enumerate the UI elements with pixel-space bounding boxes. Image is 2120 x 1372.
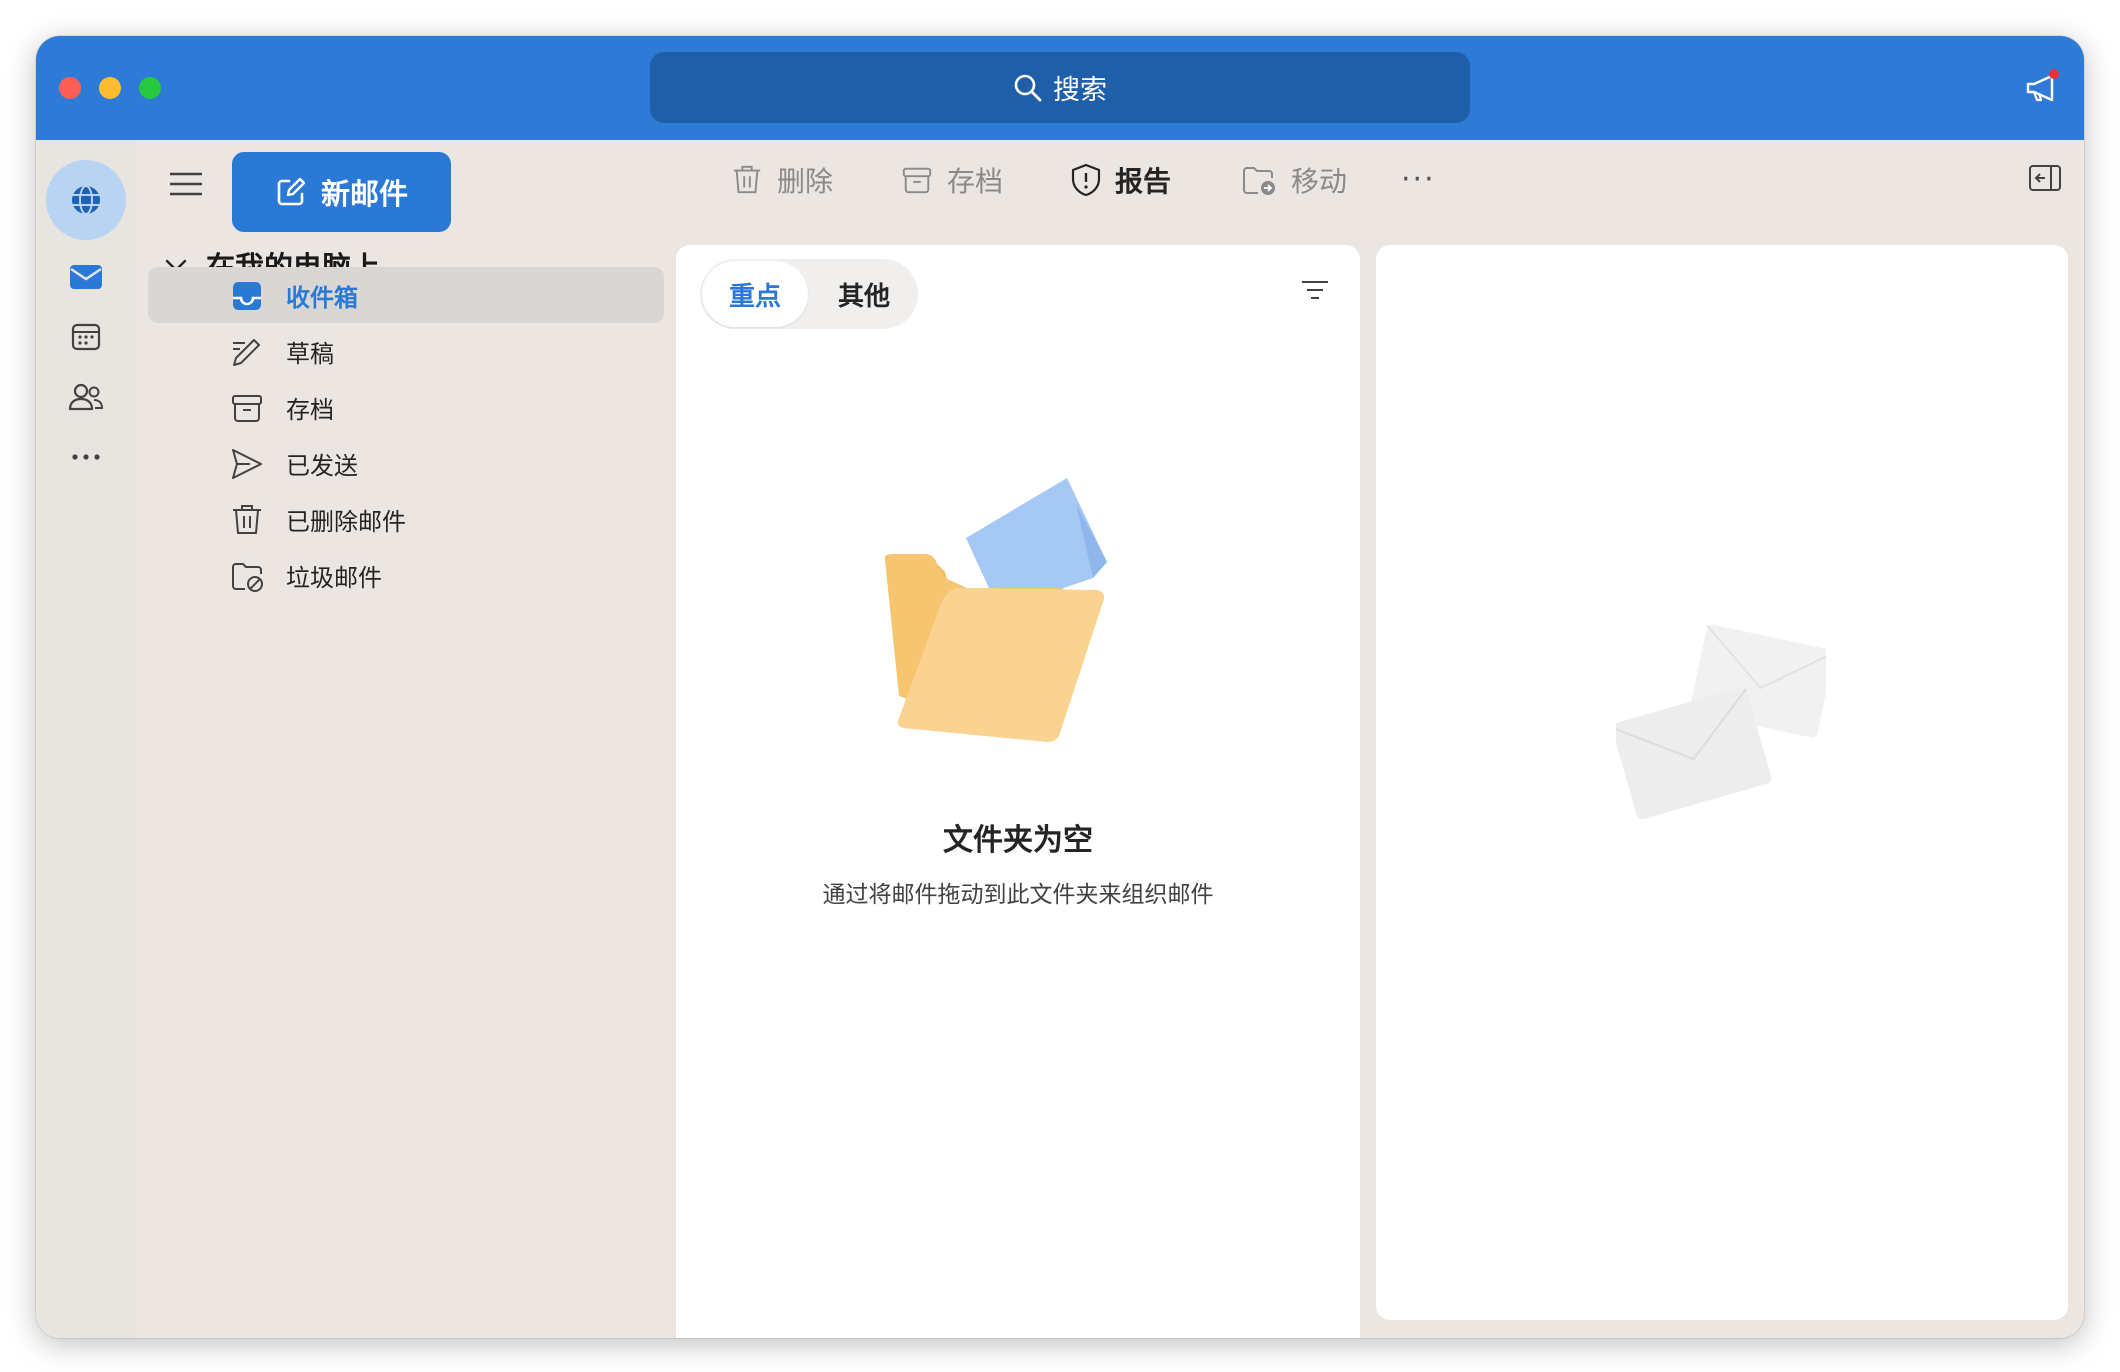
sent-icon [232,449,262,479]
folder-item-inbox[interactable]: 收件箱 [148,267,664,323]
close-window-button[interactable] [59,77,81,99]
envelopes-illustration [1616,624,1826,820]
folder-item-sent[interactable]: 已发送 [148,435,664,491]
inbox-tabs: 重点 其他 [700,259,918,329]
megaphone-icon[interactable] [2024,68,2064,108]
tab-other[interactable]: 其他 [812,261,916,327]
trash-icon [733,165,761,194]
folder-item-deleted[interactable]: 已删除邮件 [148,491,664,547]
tab-focused[interactable]: 重点 [702,261,808,327]
archive-label: 存档 [947,165,1004,198]
delete-label: 删除 [777,165,834,198]
rail-more-button[interactable] [55,426,117,488]
folder-label: 已删除邮件 [286,507,406,536]
minimize-window-button[interactable] [99,77,121,99]
message-list-pane: 重点 其他 文件夹为空 通过将邮件拖动到此文件夹来组织邮件 [676,245,1360,1338]
app-rail [36,140,136,1338]
report-label: 报告 [1115,165,1172,198]
junk-icon [232,563,263,592]
collapse-pane-icon[interactable] [2028,164,2062,192]
compose-icon [277,177,306,206]
empty-folder-illustration [884,478,1107,742]
folder-label: 已发送 [286,451,358,480]
search-box[interactable]: 搜索 [650,52,1470,123]
mail-icon [70,265,102,289]
inbox-icon [233,282,261,310]
folder-item-drafts[interactable]: 草稿 [148,323,664,379]
search-label: 搜索 [1053,75,1107,106]
rail-mail-button[interactable] [55,246,117,308]
rail-calendar-button[interactable] [55,306,117,368]
folder-label: 草稿 [286,339,334,368]
move-button[interactable]: 移动 [1241,160,1347,200]
folder-label: 收件箱 [286,283,358,312]
new-mail-button[interactable]: 新邮件 [232,152,451,232]
filter-icon[interactable] [1300,279,1330,301]
folder-label: 存档 [286,395,334,424]
report-button[interactable]: 报告 [1071,160,1171,200]
hamburger-menu-icon[interactable] [166,164,206,204]
new-mail-label: 新邮件 [320,177,408,211]
folder-item-archive[interactable]: 存档 [148,379,664,435]
folder-label: 垃圾邮件 [286,563,382,592]
command-toolbar: 删除 存档 报告 移动 ··· [711,140,2084,216]
rail-people-button[interactable] [55,366,117,428]
move-folder-icon [1243,167,1275,195]
delete-button[interactable]: 删除 [731,160,833,200]
shield-icon [1071,163,1101,197]
move-label: 移动 [1291,165,1348,198]
folder-pane: 新邮件 在我的电脑上 收件箱 草稿 [136,140,711,1338]
globe-icon [72,185,100,215]
drafts-icon [233,339,260,366]
calendar-icon [71,323,101,351]
more-icon [72,454,100,460]
archive-button[interactable]: 存档 [901,160,1003,200]
archive-icon [902,167,932,194]
app-window: 搜索 新邮件 收件箱 草稿 存档 已发送 已删除邮件 垃圾邮件 删除 存档 报告… [36,36,2084,1338]
archive-icon [232,395,262,422]
more-actions-button[interactable]: ··· [1401,162,1436,197]
people-icon [68,383,104,411]
title-bar: 搜索 [36,36,2084,140]
zoom-window-button[interactable] [139,77,161,99]
reading-pane [1376,245,2068,1320]
search-icon [1014,74,1042,101]
folder-item-junk[interactable]: 垃圾邮件 [148,547,664,603]
empty-state-subtitle: 通过将邮件拖动到此文件夹来组织邮件 [822,882,1214,908]
rail-account-button[interactable] [46,160,126,240]
trash-icon [233,505,261,534]
empty-state-title: 文件夹为空 [943,823,1093,858]
